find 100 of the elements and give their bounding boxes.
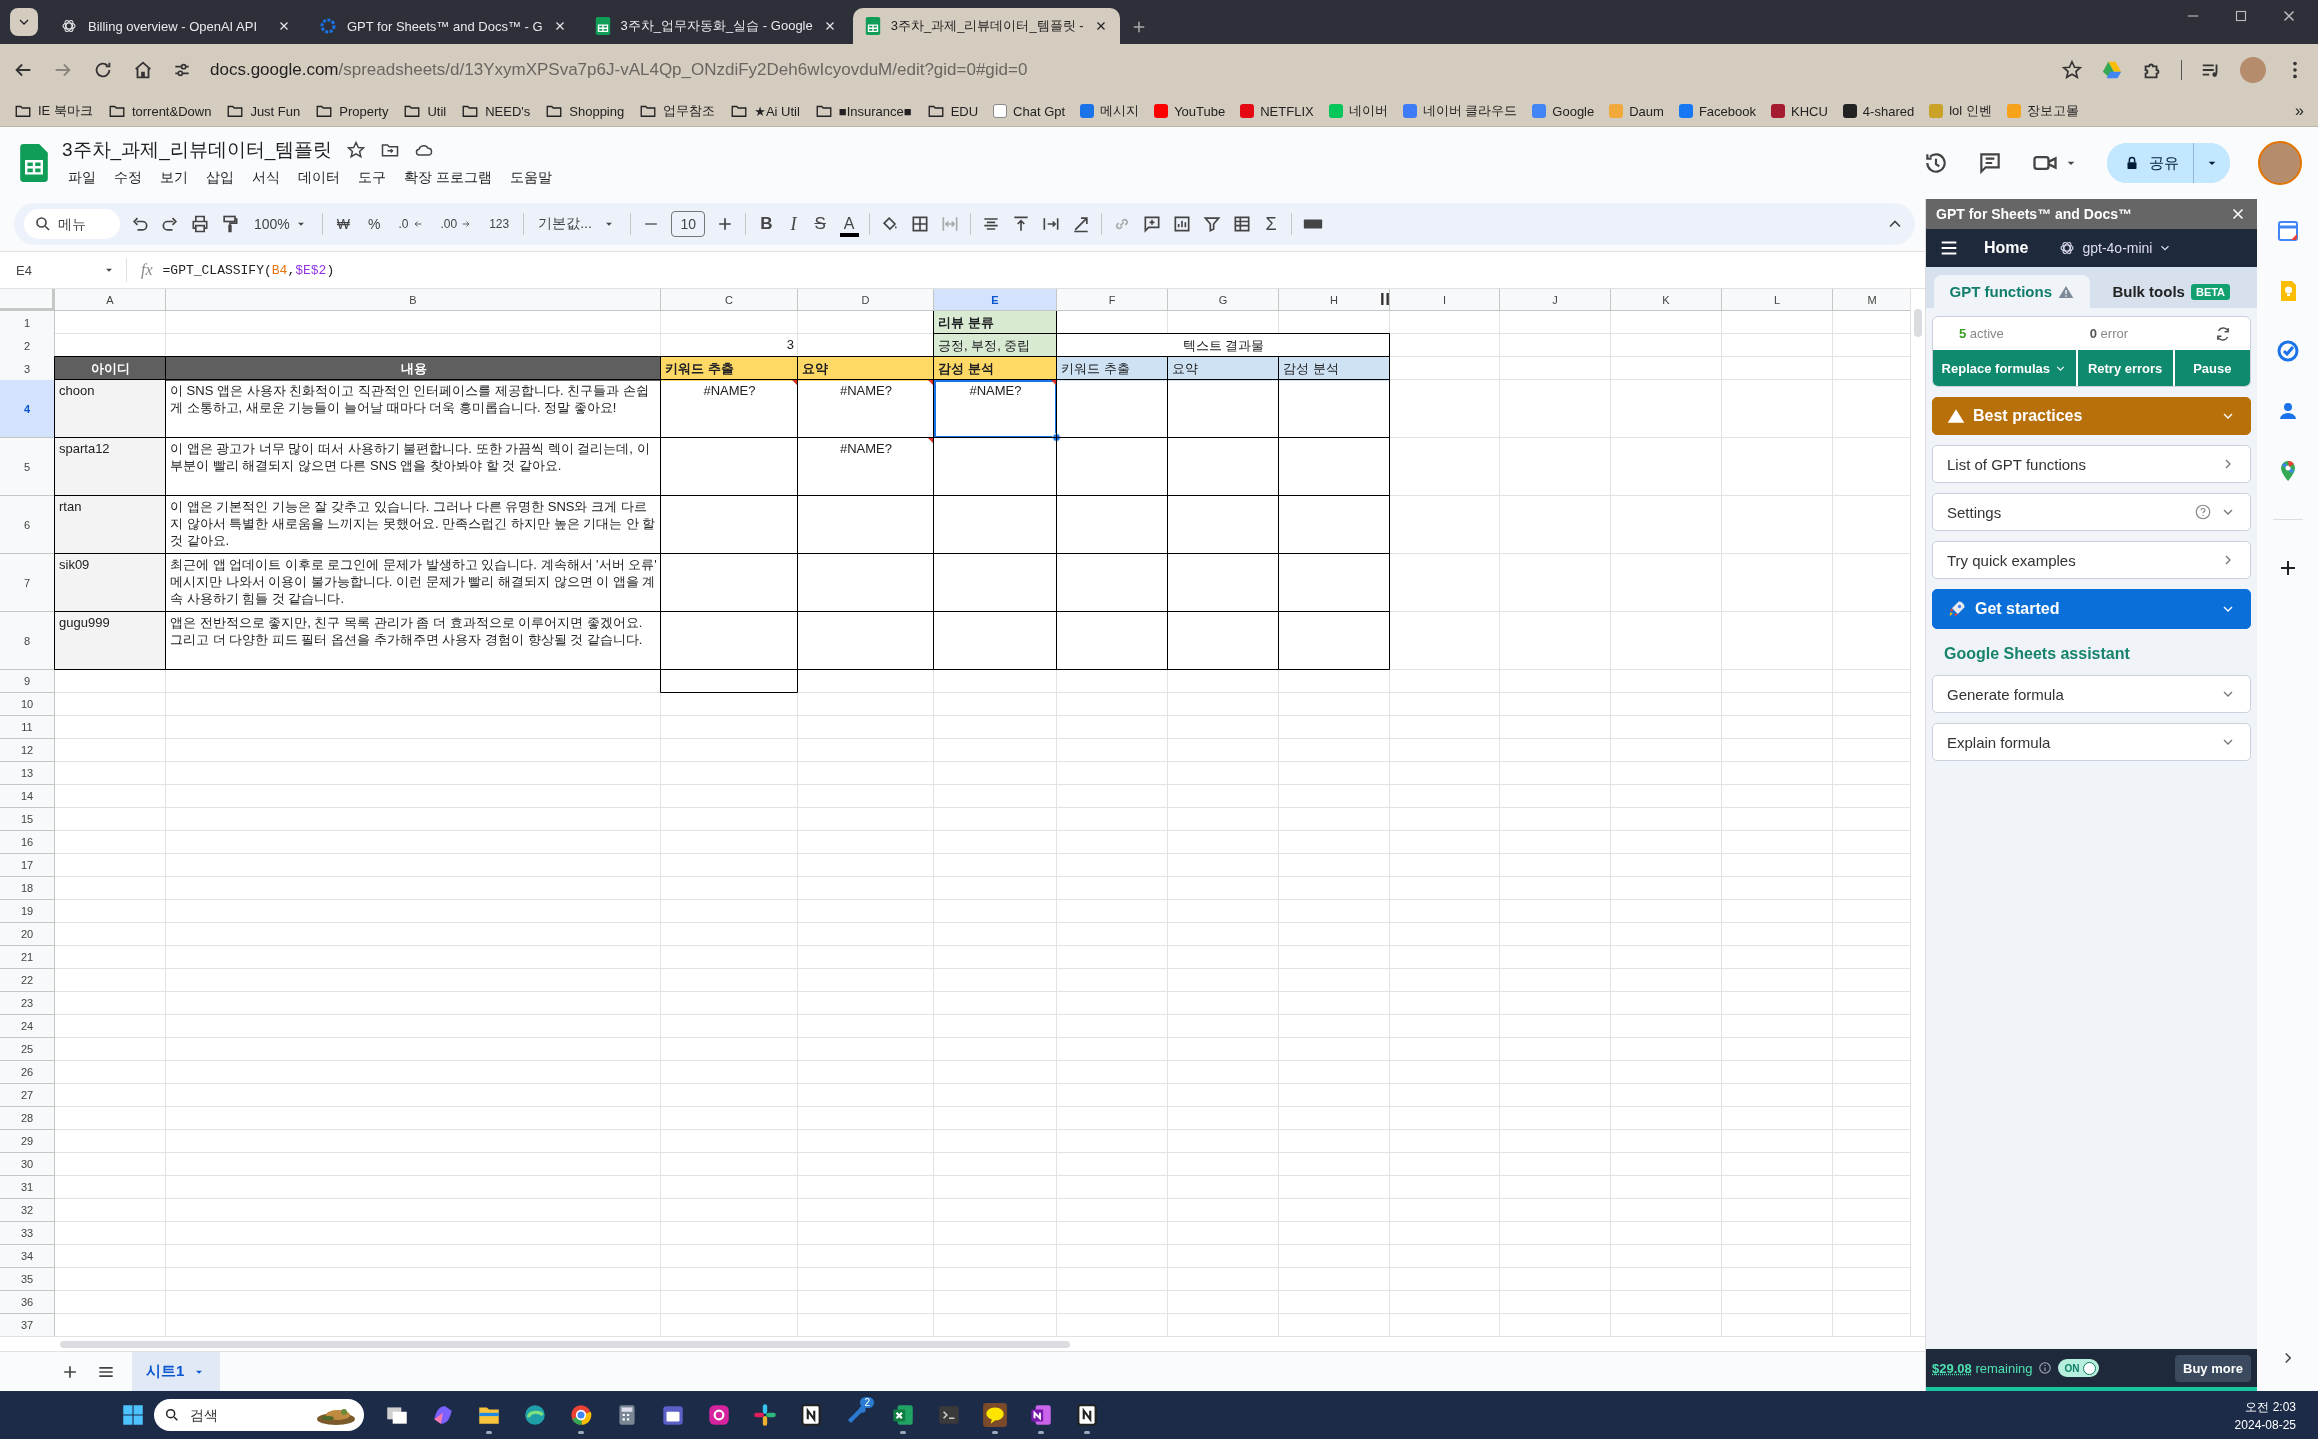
- bookmark[interactable]: 4-shared: [1842, 103, 1915, 119]
- name-box[interactable]: E4: [16, 262, 32, 278]
- chat-icon[interactable]: [982, 1402, 1008, 1428]
- font-size-field[interactable]: 10: [671, 211, 706, 237]
- panel-link[interactable]: List of GPT functions: [1932, 445, 2251, 483]
- column-label[interactable]: B: [166, 289, 661, 311]
- column-label[interactable]: E: [934, 289, 1057, 311]
- row-number[interactable]: 33: [0, 1222, 55, 1245]
- bookmark[interactable]: Chat Gpt: [993, 103, 1066, 119]
- scrollbar[interactable]: [60, 1340, 1070, 1348]
- menu-item[interactable]: 데이터: [292, 167, 346, 189]
- column-label[interactable]: H: [1279, 289, 1390, 311]
- column-label[interactable]: J: [1500, 289, 1611, 311]
- column-label[interactable]: G: [1168, 289, 1279, 311]
- menu-item[interactable]: 도움말: [503, 167, 558, 189]
- comments-icon[interactable]: [1977, 150, 2003, 176]
- spreadsheet-icon[interactable]: [890, 1402, 916, 1428]
- bookmark[interactable]: 네이버: [1328, 102, 1388, 120]
- menu-item[interactable]: 수정: [108, 167, 148, 189]
- bookmark[interactable]: IE 북마크: [14, 102, 93, 120]
- italic-button[interactable]: I: [786, 210, 801, 238]
- row-number[interactable]: 17: [0, 854, 55, 877]
- panel-tab[interactable]: Bulk tools BETA: [2093, 275, 2249, 308]
- text-color-button[interactable]: A: [839, 211, 859, 237]
- home-icon[interactable]: [132, 59, 154, 81]
- bookmark[interactable]: Util: [403, 102, 447, 120]
- bookmark[interactable]: Google: [1532, 103, 1595, 119]
- row-number[interactable]: 37: [0, 1314, 55, 1336]
- column-label[interactable]: F: [1057, 289, 1168, 311]
- share-button[interactable]: 공유: [2107, 143, 2194, 183]
- panel-link[interactable]: Try quick examples: [1932, 541, 2251, 579]
- bookmark[interactable]: NETFLIX: [1240, 103, 1314, 119]
- row-number[interactable]: 32: [0, 1199, 55, 1222]
- notes-icon[interactable]: [798, 1402, 824, 1428]
- browser-icon[interactable]: [568, 1402, 594, 1428]
- accordion-header[interactable]: Explain formula: [1932, 723, 2251, 761]
- browser-tab[interactable]: Billing overview - OpenAI API: [48, 8, 303, 44]
- row-number[interactable]: 19: [0, 900, 55, 923]
- menu-item[interactable]: 도구: [352, 167, 392, 189]
- paint-format-icon[interactable]: [220, 214, 240, 234]
- row-number[interactable]: 6: [0, 496, 55, 554]
- row-number[interactable]: 13: [0, 762, 55, 785]
- row-number[interactable]: 7: [0, 554, 55, 612]
- row-number[interactable]: 1: [0, 311, 55, 335]
- tasks-icon[interactable]: [2275, 339, 2300, 363]
- bookmark[interactable]: ■Insurance■: [814, 102, 912, 120]
- row-number[interactable]: 12: [0, 739, 55, 762]
- buy-more-button[interactable]: Buy more: [2175, 1354, 2251, 1382]
- row-number[interactable]: 36: [0, 1291, 55, 1314]
- sheet-tab[interactable]: 시트1: [132, 1352, 221, 1391]
- row-number[interactable]: 16: [0, 831, 55, 854]
- browser-tab[interactable]: 3주차_업무자동화_실습 - Google: [582, 8, 849, 44]
- notebook-icon[interactable]: [1028, 1402, 1054, 1428]
- bookmark[interactable]: Property: [315, 102, 389, 120]
- column-label[interactable]: K: [1611, 289, 1722, 311]
- row-number[interactable]: 34: [0, 1245, 55, 1268]
- column-label[interactable]: M: [1833, 289, 1910, 311]
- filter-icon[interactable]: [1201, 214, 1222, 234]
- row-number[interactable]: 29: [0, 1130, 55, 1153]
- action-button[interactable]: Replace formulas: [1933, 350, 2076, 386]
- bookmark[interactable]: YouTube: [1154, 103, 1226, 119]
- row-number[interactable]: 9: [0, 670, 55, 693]
- column-label[interactable]: L: [1722, 289, 1833, 311]
- search-field[interactable]: 검색: [154, 1399, 364, 1431]
- formula-field[interactable]: =GPT_CLASSIFY(B4,$E$2): [162, 262, 335, 278]
- browser-tab[interactable]: GPT for Sheets™ and Docs™ - G: [307, 8, 579, 44]
- format-button[interactable]: %: [364, 213, 385, 235]
- bookmark[interactable]: Daum: [1609, 103, 1664, 119]
- address-bar[interactable]: docs.google.com/spreadsheets/d/13YxymXPSva7p6J-vAL4Qp_ONzdiFy2Deh6wIcyovduM/edit?gid=0#gid=0: [210, 60, 1028, 80]
- bookmark[interactable]: ★Ai Util: [730, 102, 800, 120]
- more-bookmarks[interactable]: »: [2295, 102, 2304, 120]
- row-number[interactable]: 8: [0, 612, 55, 670]
- tab-search-button[interactable]: [10, 8, 38, 36]
- row-number[interactable]: 20: [0, 923, 55, 946]
- bookmark[interactable]: EDU: [926, 102, 979, 120]
- column-label[interactable]: D: [798, 289, 934, 311]
- row-number[interactable]: 35: [0, 1268, 55, 1291]
- row-number[interactable]: 25: [0, 1038, 55, 1061]
- bookmark[interactable]: Just Fun: [226, 102, 301, 120]
- accordion-header[interactable]: Get started: [1932, 589, 2251, 629]
- functions-button[interactable]: Σ: [1261, 210, 1281, 238]
- row-number[interactable]: 14: [0, 785, 55, 808]
- accordion-header[interactable]: Generate formula: [1932, 675, 2251, 713]
- strikethrough-button[interactable]: S: [810, 211, 830, 237]
- camera-icon[interactable]: [706, 1402, 732, 1428]
- bookmark[interactable]: 네이버 클라우드: [1402, 102, 1518, 120]
- row-number[interactable]: 22: [0, 969, 55, 992]
- spreadsheet-logo-icon[interactable]: [20, 144, 48, 182]
- format-button[interactable]: 123: [485, 214, 514, 234]
- version-history-icon[interactable]: [1923, 150, 1949, 176]
- bookmark[interactable]: 장보고몰: [2006, 102, 2079, 120]
- row-number[interactable]: 2: [0, 334, 55, 358]
- accordion-header[interactable]: Settings: [1932, 493, 2251, 531]
- menu-search-field[interactable]: 메뉴: [24, 209, 120, 239]
- print-icon[interactable]: [190, 214, 210, 234]
- row-number[interactable]: 5: [0, 438, 55, 496]
- chat-app-icon[interactable]: [752, 1402, 778, 1428]
- bookmark[interactable]: NEED's: [461, 102, 531, 120]
- bookmark[interactable]: KHCU: [1771, 103, 1828, 119]
- bookmark[interactable]: Shopping: [545, 102, 625, 120]
